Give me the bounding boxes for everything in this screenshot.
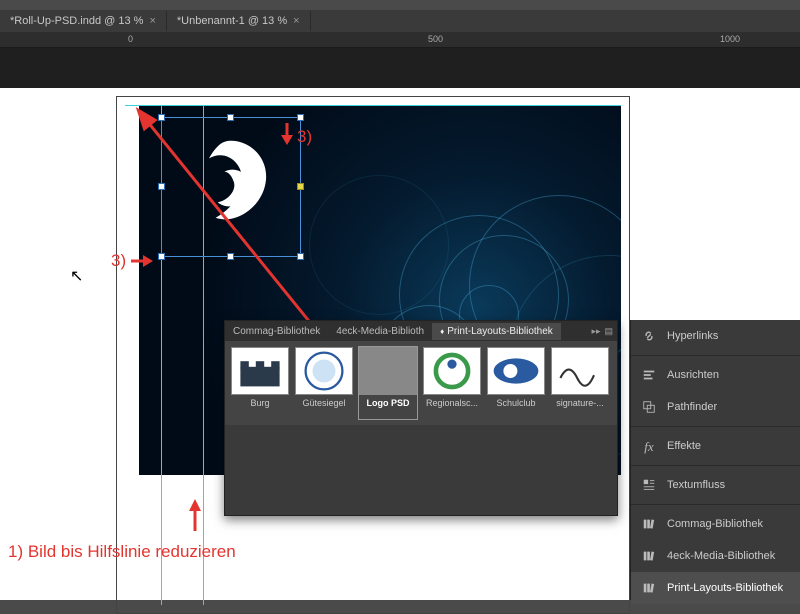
- library-item-schulclub[interactable]: Schulclub: [487, 347, 545, 419]
- document-tabs: *Roll-Up-PSD.indd @ 13 % × *Unbenannt-1 …: [0, 10, 800, 32]
- close-icon[interactable]: ×: [293, 15, 299, 27]
- panel-menu-icon[interactable]: ▤: [604, 326, 613, 337]
- panel-collapse-icon[interactable]: ▸▸: [591, 326, 600, 337]
- library-item-label: signature-...: [551, 398, 609, 408]
- panel-textumfluss[interactable]: Textumfluss: [631, 469, 800, 501]
- dropdown-icon: ♦: [440, 327, 444, 336]
- ruler-tick: 0: [128, 34, 133, 44]
- library-items: Burg Gütesiegel Logo PSD Regionalsc... S…: [225, 341, 617, 425]
- library-item-logo-psd[interactable]: Logo PSD: [359, 347, 417, 419]
- textwrap-icon: [641, 478, 657, 492]
- panel-dock: Hyperlinks Ausrichten Pathfinder fx Effe…: [630, 320, 800, 600]
- tab-label: *Unbenannt-1 @ 13 %: [177, 15, 287, 27]
- selected-object-logo[interactable]: [161, 117, 301, 257]
- pasteboard-void: [0, 48, 800, 88]
- ruler-horizontal[interactable]: 0 500 1000: [0, 32, 800, 48]
- resize-handle[interactable]: [297, 114, 304, 121]
- tab-doc-rollup[interactable]: *Roll-Up-PSD.indd @ 13 % ×: [0, 11, 167, 31]
- ruler-tick: 1000: [720, 34, 740, 44]
- thumbnail: [423, 347, 481, 395]
- resize-handle[interactable]: [158, 253, 165, 260]
- pathfinder-icon: [641, 400, 657, 414]
- library-item-burg[interactable]: Burg: [231, 347, 289, 419]
- resize-handle[interactable]: [158, 183, 165, 190]
- panel-hyperlinks[interactable]: Hyperlinks: [631, 320, 800, 352]
- library-item-label: Gütesiegel: [295, 398, 353, 408]
- library-item-label: Regionalsc...: [423, 398, 481, 408]
- library-icon: [641, 549, 657, 563]
- guide-horizontal[interactable]: [125, 105, 621, 106]
- library-item-label: Logo PSD: [359, 398, 417, 408]
- panel-label: Print-Layouts-Bibliothek: [667, 582, 783, 594]
- panel-label: Effekte: [667, 440, 701, 452]
- panel-label: Hyperlinks: [667, 330, 718, 342]
- thumbnail: [359, 347, 417, 395]
- library-panel-tabs: Commag-Bibliothek 4eck-Media-Biblioth ♦P…: [225, 321, 617, 341]
- resize-handle[interactable]: [297, 253, 304, 260]
- fx-icon: fx: [641, 439, 657, 453]
- library-panel-empty-area: [225, 425, 617, 515]
- panel-label: 4eck-Media-Bibliothek: [667, 550, 775, 562]
- library-item-regionalschule[interactable]: Regionalsc...: [423, 347, 481, 419]
- panel-label: Textumfluss: [667, 479, 725, 491]
- annotation-label-3: 3): [111, 251, 126, 271]
- tab-label: *Roll-Up-PSD.indd @ 13 %: [10, 15, 143, 27]
- panel-label: Commag-Bibliothek: [667, 518, 763, 530]
- panel-effekte[interactable]: fx Effekte: [631, 430, 800, 462]
- resize-handle[interactable]: [227, 114, 234, 121]
- library-item-label: Burg: [231, 398, 289, 408]
- library-panel[interactable]: Commag-Bibliothek 4eck-Media-Biblioth ♦P…: [224, 320, 618, 516]
- hyperlinks-icon: [641, 329, 657, 343]
- thumbnail: [551, 347, 609, 395]
- library-item-guetesiegel[interactable]: Gütesiegel: [295, 347, 353, 419]
- thumbnail: [487, 347, 545, 395]
- panel-4eck-bibliothek[interactable]: 4eck-Media-Bibliothek: [631, 540, 800, 572]
- ruler-tick: 500: [428, 34, 443, 44]
- panel-pathfinder[interactable]: Pathfinder: [631, 391, 800, 423]
- panel-ausrichten[interactable]: Ausrichten: [631, 359, 800, 391]
- logo-graphic: [176, 132, 286, 242]
- library-tab-print[interactable]: ♦Print-Layouts-Bibliothek: [432, 323, 561, 340]
- library-item-label: Schulclub: [487, 398, 545, 408]
- library-tab-commag[interactable]: Commag-Bibliothek: [225, 323, 328, 340]
- library-item-signature[interactable]: signature-...: [551, 347, 609, 419]
- resize-handle[interactable]: [297, 183, 304, 190]
- thumbnail: [231, 347, 289, 395]
- annotation-arrow-up: [183, 495, 213, 535]
- tab-doc-unbenannt[interactable]: *Unbenannt-1 @ 13 % ×: [167, 11, 311, 31]
- library-icon: [641, 517, 657, 531]
- thumbnail: [295, 347, 353, 395]
- panel-print-bibliothek[interactable]: Print-Layouts-Bibliothek: [631, 572, 800, 604]
- resize-handle[interactable]: [158, 114, 165, 121]
- library-tab-4eck[interactable]: 4eck-Media-Biblioth: [328, 323, 432, 340]
- resize-handle[interactable]: [227, 253, 234, 260]
- library-icon: [641, 581, 657, 595]
- panel-label: Ausrichten: [667, 369, 719, 381]
- panel-label: Pathfinder: [667, 401, 717, 413]
- close-icon[interactable]: ×: [149, 15, 155, 27]
- align-icon: [641, 368, 657, 382]
- panel-commag-bibliothek[interactable]: Commag-Bibliothek: [631, 508, 800, 540]
